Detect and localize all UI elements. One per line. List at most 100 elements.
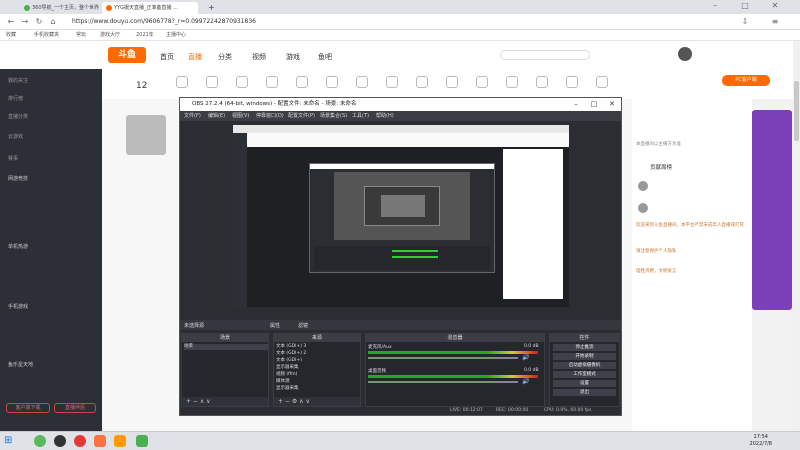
sidebar-item[interactable]: 直播分类 [8,113,28,120]
bookmark-item[interactable]: 游戏大厅 [100,31,120,40]
menu-item[interactable]: 配置文件(P) [288,112,315,119]
tab-douyu[interactable]: YYG摄天直播_正准备直播 ... [102,2,198,14]
site-logo[interactable]: 斗鱼 [108,47,146,63]
browser-360-icon[interactable] [34,435,46,447]
nav-item[interactable]: 游戏 [286,52,300,62]
category-icon[interactable] [476,76,488,88]
menu-item[interactable]: 场景集合(S) [320,112,347,119]
page-scrollbar[interactable] [793,41,800,431]
bookmark-item[interactable]: 2021年 [136,31,154,40]
nav-item[interactable]: 直播 [188,52,202,62]
nested-preview-deeper [381,195,425,217]
new-tab-button[interactable]: + [204,2,214,14]
source-item[interactable]: 视频 (ffm) [276,372,360,378]
search-input[interactable] [500,50,590,60]
menu-item[interactable]: 工具(T) [352,112,369,119]
source-item[interactable]: 媒体源 [276,379,360,385]
right-panel: 本直播间以主播方为准 贡献周榜 欢迎来到斗鱼直播间，本平台严禁未成年人直播或打赏… [632,99,752,431]
tab-360[interactable]: 360导航_一个主页，整个世界 [20,2,100,14]
category-icon[interactable] [296,76,308,88]
category-icon[interactable] [266,76,278,88]
category-icon[interactable] [326,76,338,88]
sidebar-item[interactable]: 云游戏 [8,133,23,140]
system-clock[interactable]: 17:54 2022/7/8 [750,434,772,448]
scene-item[interactable]: 场景 [184,344,268,350]
volume-slider[interactable] [368,381,518,383]
maximize-icon[interactable]: □ [586,98,602,111]
properties-button[interactable]: 属性 [270,322,280,329]
stop-streaming-button[interactable]: 停止推流 [553,344,616,351]
streamer-avatar[interactable] [126,115,166,155]
wechat-icon[interactable] [136,435,148,447]
promo-banner[interactable] [752,110,792,310]
bookmark-item[interactable]: 主播中心 [166,31,186,40]
back-icon[interactable]: ← [6,17,16,27]
speaker-icon[interactable]: 🔊 [522,354,529,361]
filters-button[interactable]: 滤镜 [298,322,308,329]
virtual-camera-button[interactable]: 启动虚拟摄像机 [553,362,616,369]
close-icon[interactable]: ✕ [604,98,620,111]
sidebar-item[interactable]: 我的关注 [8,77,28,84]
menu-item[interactable]: 帮助(H) [376,112,394,119]
source-item[interactable]: 文本 (GDI+) 2 [276,351,360,357]
app-icon[interactable] [74,435,86,447]
category-icon[interactable] [596,76,608,88]
captured-header [247,133,569,147]
obs-window[interactable]: OBS 27.2.4 (64-bit, windows) - 配置文件: 未命名… [179,97,622,416]
category-icon[interactable] [446,76,458,88]
start-recording-button[interactable]: 开始录制 [553,353,616,360]
volume-slider[interactable] [368,357,518,359]
url-input[interactable]: https://www.douyu.com/9606778?_r=0.09972… [72,17,632,27]
bookmark-item[interactable]: 常玩 [76,31,86,40]
bookmark-item[interactable]: 收藏 [6,31,16,40]
obs-preview[interactable] [233,125,569,307]
forward-icon[interactable]: → [20,17,30,27]
sidebar-item[interactable]: 排行榜 [8,95,23,102]
speaker-icon[interactable]: 🔊 [522,378,529,385]
scrollbar-thumb[interactable] [794,81,799,141]
maximize-icon[interactable]: □ [740,1,750,11]
stream-companion-button[interactable]: 直播伴侣 [54,403,96,413]
category-icon[interactable] [386,76,398,88]
home-icon[interactable]: ⌂ [48,17,58,27]
category-icon[interactable] [236,76,248,88]
windows-start-icon[interactable]: ⊞ [4,435,16,447]
app-icon[interactable] [94,435,106,447]
client-download-button[interactable]: 客户端下载 [6,403,50,413]
nav-item[interactable]: 视频 [252,52,266,62]
obs-icon[interactable] [54,435,66,447]
menu-item[interactable]: 停靠窗口(D) [256,112,284,119]
category-icon[interactable] [536,76,548,88]
sidebar-item[interactable]: 赛事 [8,155,18,162]
exit-button[interactable]: 退出 [553,389,616,396]
avatar[interactable] [678,47,692,61]
studio-mode-button[interactable]: 工作室模式 [553,371,616,378]
category-icon[interactable] [506,76,518,88]
source-item[interactable]: 显示器采集 [276,365,360,371]
close-icon[interactable]: ✕ [770,1,780,11]
bookmark-item[interactable]: 手机收藏夹 [34,31,59,40]
refresh-icon[interactable]: ↻ [34,17,44,27]
source-item[interactable]: 显示器采集 [276,386,360,392]
settings-button[interactable]: 设置 [553,380,616,387]
menu-item[interactable]: 文件(F) [184,112,201,119]
menu-item[interactable]: 视图(V) [232,112,249,119]
menu-icon[interactable]: ≡ [770,17,780,27]
category-icon[interactable] [356,76,368,88]
menu-item[interactable]: 编辑(E) [208,112,225,119]
nav-item[interactable]: 鱼吧 [318,52,332,62]
nav-item[interactable]: 分类 [218,52,232,62]
minimize-icon[interactable]: – [568,98,584,111]
nav-item[interactable]: 首页 [160,52,174,62]
category-icon[interactable] [416,76,428,88]
source-item[interactable]: 文本 (GDI+) 3 [276,344,360,350]
minimize-icon[interactable]: – [710,1,720,11]
source-item[interactable]: 文本 (GDI+) [276,358,360,364]
category-icon[interactable] [206,76,218,88]
chat-message: 请注意保护个人隐私 [636,249,677,254]
app-icon[interactable] [114,435,126,447]
pc-client-button[interactable]: PC客户端 [722,75,770,86]
category-icon[interactable] [566,76,578,88]
download-icon[interactable]: ⇩ [740,17,750,27]
category-icon[interactable] [176,76,188,88]
